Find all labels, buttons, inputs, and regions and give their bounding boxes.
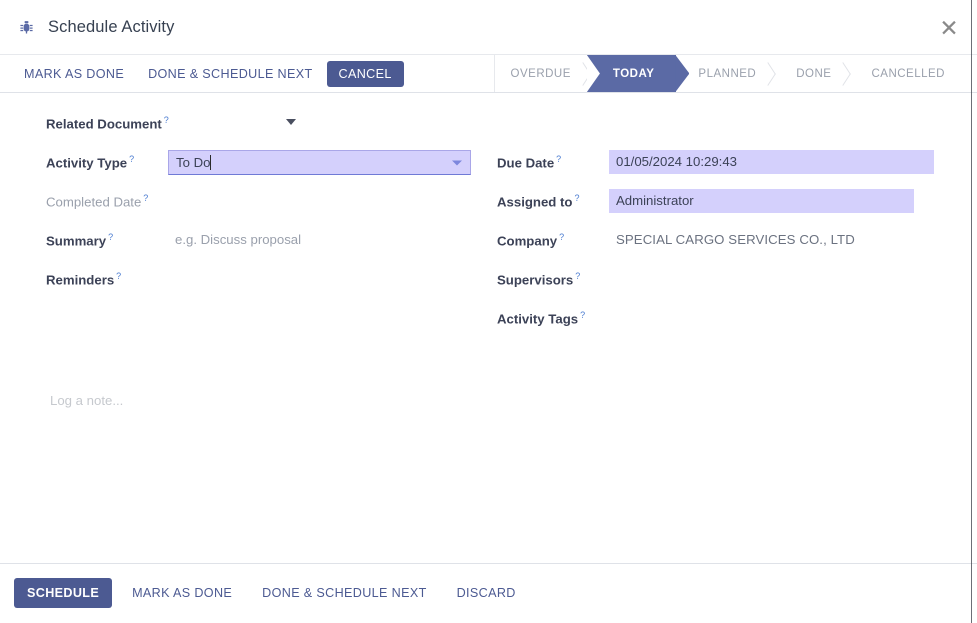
- status-item-done[interactable]: DONE: [774, 55, 849, 92]
- help-icon[interactable]: ?: [108, 232, 113, 242]
- status-item-label: DONE: [796, 68, 831, 80]
- field-company: Company? SPECIAL CARGO SERVICES CO., LTD: [497, 228, 977, 267]
- activity-type-select[interactable]: To Do: [168, 150, 471, 175]
- discard-button[interactable]: DISCARD: [447, 579, 526, 607]
- schedule-activity-dialog: Schedule Activity ✕ MARK AS DONE DONE & …: [0, 0, 977, 623]
- form-column-left: Related Document? Activity Type? To Do C…: [0, 111, 490, 345]
- reminders-value[interactable]: [168, 271, 175, 286]
- field-control: To Do: [168, 150, 490, 175]
- toolbar-cancel-button[interactable]: CANCEL: [327, 61, 404, 87]
- field-control: [609, 306, 977, 330]
- dialog-toolbar: MARK AS DONE DONE & SCHEDULE NEXT CANCEL…: [0, 55, 977, 93]
- status-item-today[interactable]: TODAY: [587, 55, 677, 92]
- label-text: Supervisors: [497, 272, 573, 287]
- log-note-input[interactable]: Log a note...: [50, 393, 977, 408]
- field-completed-date: Completed Date?: [46, 189, 490, 228]
- schedule-button[interactable]: SCHEDULE: [14, 578, 112, 608]
- help-icon[interactable]: ?: [559, 232, 564, 242]
- status-item-label: OVERDUE: [511, 68, 571, 80]
- field-activity-type: Activity Type? To Do: [46, 150, 490, 189]
- field-activity-tags: Activity Tags?: [497, 306, 977, 345]
- dialog-body: Related Document? Activity Type? To Do C…: [0, 93, 977, 563]
- field-label: Activity Tags?: [497, 306, 609, 326]
- field-due-date: Due Date? 01/05/2024 10:29:43: [497, 150, 977, 189]
- field-label: Supervisors?: [497, 267, 609, 287]
- status-item-label: CANCELLED: [871, 68, 945, 80]
- window-edge-divider: [971, 0, 972, 623]
- summary-input[interactable]: e.g. Discuss proposal: [168, 232, 301, 247]
- status-item-label: TODAY: [613, 68, 655, 80]
- field-label: Reminders?: [46, 267, 168, 287]
- field-label: Activity Type?: [46, 150, 168, 170]
- help-icon[interactable]: ?: [575, 271, 580, 281]
- completed-date-value: [168, 193, 175, 208]
- field-label: Due Date?: [497, 150, 609, 170]
- field-label: Company?: [497, 228, 609, 248]
- toolbar-actions: MARK AS DONE DONE & SCHEDULE NEXT CANCEL: [0, 55, 495, 92]
- supervisors-value[interactable]: [609, 271, 616, 286]
- footer-mark-as-done-button[interactable]: MARK AS DONE: [122, 579, 242, 607]
- activity-form: Related Document? Activity Type? To Do C…: [0, 93, 977, 345]
- field-control: Administrator: [609, 189, 977, 213]
- field-label-empty: [497, 111, 609, 115]
- toolbar-done-and-schedule-next-button[interactable]: DONE & SCHEDULE NEXT: [138, 62, 322, 86]
- dialog-header: Schedule Activity ✕: [0, 0, 977, 55]
- activity-type-value: To Do: [176, 155, 210, 170]
- field-control: SPECIAL CARGO SERVICES CO., LTD: [609, 228, 977, 252]
- field-label: Related Document?: [46, 111, 168, 131]
- help-icon[interactable]: ?: [116, 271, 121, 281]
- dialog-footer: SCHEDULE MARK AS DONE DONE & SCHEDULE NE…: [0, 563, 977, 622]
- label-text: Due Date: [497, 155, 554, 170]
- status-item-overdue[interactable]: OVERDUE: [495, 55, 589, 92]
- form-column-right: Due Date? 01/05/2024 10:29:43 Assigned t…: [490, 111, 977, 345]
- field-reminders: Reminders?: [46, 267, 490, 306]
- bug-icon: [16, 17, 36, 37]
- field-label: Assigned to?: [497, 189, 609, 209]
- assigned-to-input[interactable]: Administrator: [609, 189, 914, 213]
- label-text: Company: [497, 233, 557, 248]
- status-item-label: PLANNED: [698, 68, 756, 80]
- due-date-input[interactable]: 01/05/2024 10:29:43: [609, 150, 934, 174]
- page-title: Schedule Activity: [48, 18, 174, 37]
- status-bar: OVERDUE TODAY PLANNED DONE CANCELLED: [495, 55, 977, 92]
- help-icon[interactable]: ?: [143, 193, 148, 203]
- footer-done-and-schedule-next-button[interactable]: DONE & SCHEDULE NEXT: [252, 579, 436, 607]
- field-control: [609, 267, 977, 291]
- field-label: Summary?: [46, 228, 168, 248]
- field-related-document: Related Document?: [46, 111, 490, 150]
- text-cursor: [210, 155, 211, 170]
- label-text: Summary: [46, 233, 106, 248]
- field-control: [168, 267, 490, 291]
- status-item-planned[interactable]: PLANNED: [676, 55, 774, 92]
- field-supervisors: Supervisors?: [497, 267, 977, 306]
- help-icon[interactable]: ?: [129, 154, 134, 164]
- close-icon[interactable]: ✕: [933, 12, 965, 44]
- field-spacer-right: [497, 111, 977, 150]
- field-assigned-to: Assigned to? Administrator: [497, 189, 977, 228]
- field-control: e.g. Discuss proposal: [168, 228, 490, 252]
- field-summary: Summary? e.g. Discuss proposal: [46, 228, 490, 267]
- label-text: Activity Tags: [497, 311, 578, 326]
- label-text: Assigned to: [497, 194, 572, 209]
- label-text: Related Document: [46, 116, 162, 131]
- toolbar-mark-as-done-button[interactable]: MARK AS DONE: [14, 62, 134, 86]
- caret-down-icon[interactable]: [286, 119, 296, 125]
- label-text: Reminders: [46, 272, 114, 287]
- label-text: Completed Date: [46, 194, 141, 209]
- company-value: SPECIAL CARGO SERVICES CO., LTD: [609, 232, 855, 247]
- field-control: 01/05/2024 10:29:43: [609, 150, 977, 174]
- field-control: [168, 111, 490, 125]
- status-item-cancelled[interactable]: CANCELLED: [849, 55, 963, 92]
- caret-down-icon[interactable]: [452, 160, 462, 165]
- label-text: Activity Type: [46, 155, 127, 170]
- field-label: Completed Date?: [46, 189, 168, 209]
- help-icon[interactable]: ?: [556, 154, 561, 164]
- field-control: [168, 189, 490, 213]
- activity-tags-value[interactable]: [609, 310, 616, 325]
- help-icon[interactable]: ?: [574, 193, 579, 203]
- help-icon[interactable]: ?: [580, 310, 585, 320]
